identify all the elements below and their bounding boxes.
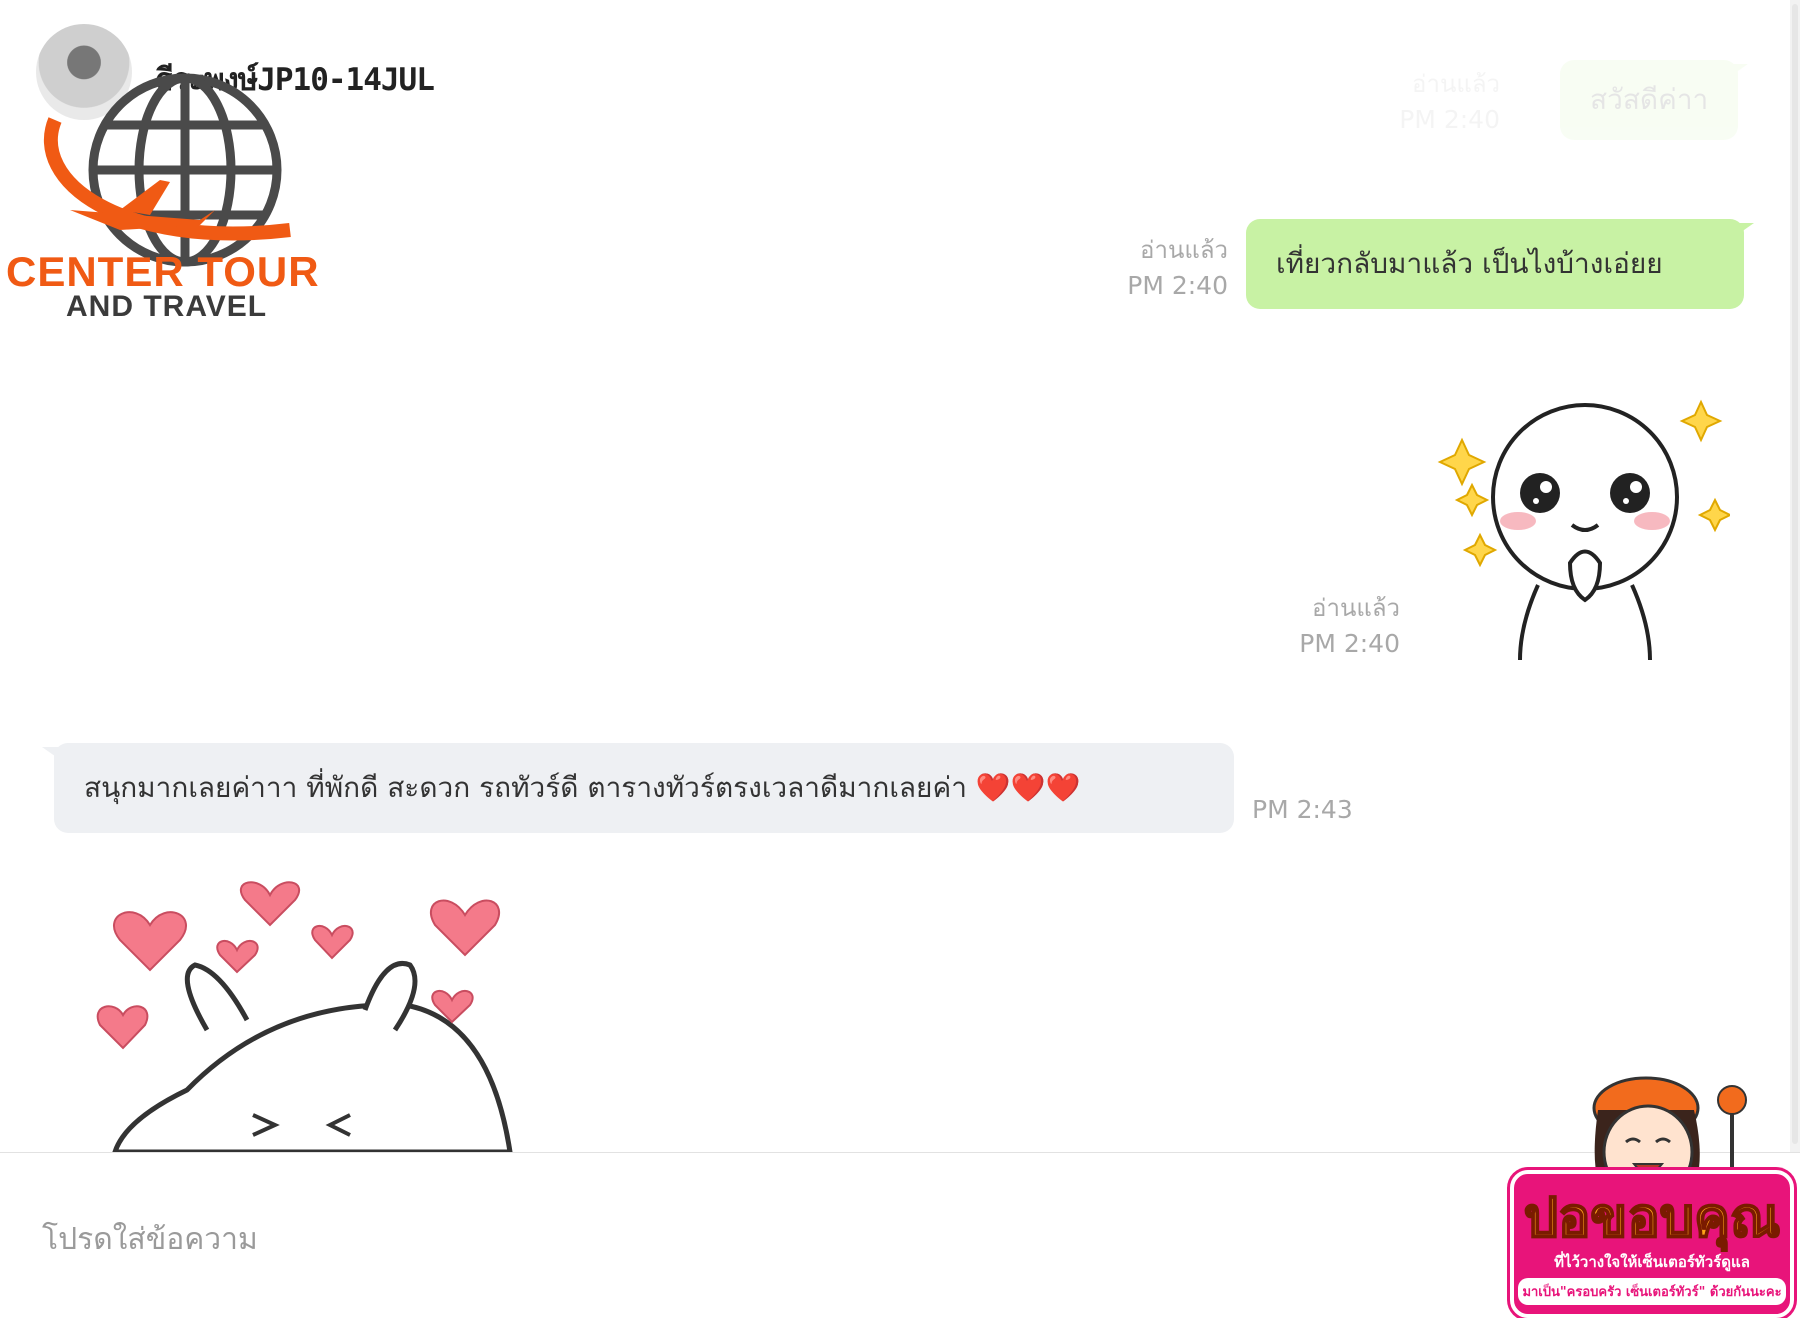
message-input[interactable] [40,1213,1444,1265]
message-bubble-incoming[interactable]: สนุกมากเลยค่าาา ที่พักดี สะดวก รถทัวร์ดี… [42,743,1234,833]
message-time: PM 2:40 [1127,271,1228,300]
message-text: สวัสดีค่าา [1590,83,1709,116]
moon-pleading-sticker[interactable] [1420,385,1730,665]
logo-text-main: CENTER TOUR [6,248,320,295]
message-time: PM 2:40 [1299,629,1400,658]
thank-you-banner: ปอขอบคุณ ที่ไว้วางใจให้เซ็นเตอร์ทัวร์ดูแ… [1510,1170,1794,1318]
message-meta: อ่านแล้ว PM 2:40 [1260,590,1400,662]
chat-scrollbar[interactable] [1790,0,1800,1152]
read-receipt: อ่านแล้ว [1140,236,1228,264]
message-time: PM 2:43 [1252,795,1353,824]
banner-subtitle: ที่ไว้วางใจให้เซ็นเตอร์ทัวร์ดูแล [1554,1253,1750,1271]
chat-window[interactable]: ธีระพงษ์JP10-14JUL CENTER TOUR AND TRAVE… [0,0,1800,1152]
message-text: สนุกมากเลยค่าาา ที่พักดี สะดวก รถทัวร์ดี… [84,771,1081,804]
message-text: เที่ยวกลับมาแล้ว เป็นไงบ้างเอ่ยย [1276,247,1663,280]
read-receipt: อ่านแล้ว [1412,70,1500,98]
message-meta: อ่านแล้ว PM 2:40 [1090,232,1228,304]
message-bubble-outgoing[interactable]: สวัสดีค่าา [1560,60,1749,140]
message-meta: PM 2:43 [1252,792,1367,828]
message-meta: อ่านแล้ว PM 2:40 [1380,66,1500,138]
message-time: PM 2:40 [1399,105,1500,134]
banner-title: ปอขอบคุณ [1523,1185,1782,1250]
banner-tagline: มาเป็น"ครอบครัว เซ็นเตอร์ทัวร์" ด้วยกันน… [1518,1278,1786,1305]
message-bubble-outgoing[interactable]: เที่ยวกลับมาแล้ว เป็นไงบ้างเอ่ยย [1246,219,1754,309]
read-receipt: อ่านแล้ว [1312,594,1400,622]
scrollbar-thumb[interactable] [1792,4,1798,1144]
cony-hearts-sticker[interactable] [95,880,535,1152]
logo-text-sub: AND TRAVEL [66,290,268,323]
